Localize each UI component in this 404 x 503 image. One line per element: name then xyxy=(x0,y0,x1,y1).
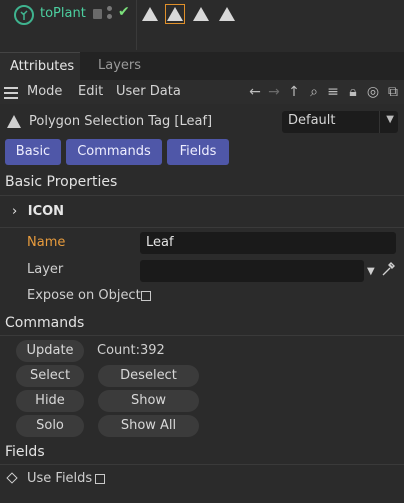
name-field-value: Leaf xyxy=(146,235,174,250)
dropdown-separator xyxy=(379,111,380,133)
polygon-tag-icon[interactable] xyxy=(191,4,211,24)
eyedropper-icon[interactable] xyxy=(381,261,395,277)
lock-icon[interactable]: 🔒︎ xyxy=(345,84,361,100)
section-title-commands: Commands xyxy=(5,315,85,331)
polygon-tag-icon[interactable] xyxy=(217,4,237,24)
icon-group-toggle[interactable]: › ICON xyxy=(12,204,64,219)
solo-button[interactable]: Solo xyxy=(16,415,84,437)
name-label: Name xyxy=(27,235,66,250)
section-divider xyxy=(0,227,404,228)
up-arrow-icon[interactable]: ↑ xyxy=(286,84,302,100)
mode-dropdown-value: Default xyxy=(288,113,336,128)
deselect-button[interactable]: Deselect xyxy=(98,365,199,387)
polygon-selection-tag-icon xyxy=(7,115,21,128)
layer-label: Layer xyxy=(27,262,64,277)
back-arrow-icon[interactable]: ← xyxy=(247,84,263,100)
use-fields-checkbox[interactable] xyxy=(95,474,105,484)
icon-group-label: ICON xyxy=(27,204,65,219)
layer-field[interactable] xyxy=(140,260,364,282)
show-all-button[interactable]: Show All xyxy=(98,415,199,437)
update-button[interactable]: Update xyxy=(16,340,84,362)
forward-arrow-icon[interactable]: → xyxy=(266,84,282,100)
polygon-tag-icon-selected[interactable] xyxy=(165,4,185,24)
plant-object-icon[interactable] xyxy=(14,5,34,25)
chevron-right-icon: › xyxy=(12,204,18,219)
expose-label: Expose on Object xyxy=(27,288,141,303)
layer-swatch-icon[interactable] xyxy=(93,9,102,19)
hide-button[interactable]: Hide xyxy=(16,390,84,412)
group-tab-fields[interactable]: Fields xyxy=(167,139,229,165)
visibility-dots-icon[interactable] xyxy=(107,6,113,24)
object-name[interactable]: toPlant xyxy=(40,6,86,21)
target-icon[interactable]: ◎ xyxy=(365,84,381,100)
enabled-check-icon[interactable]: ✔ xyxy=(118,4,130,20)
select-button[interactable]: Select xyxy=(16,365,84,387)
section-divider xyxy=(0,195,404,196)
attributes-menu-bar: Mode Edit User Data ← → ↑ ⌕ ≡ 🔒︎ ◎ ⧉ xyxy=(0,80,404,104)
tab-attributes[interactable]: Attributes xyxy=(0,52,80,80)
search-icon[interactable]: ⌕ xyxy=(306,84,322,100)
menu-edit[interactable]: Edit xyxy=(78,84,103,99)
menu-mode[interactable]: Mode xyxy=(27,84,62,99)
new-window-icon[interactable]: ⧉ xyxy=(385,84,401,100)
mode-dropdown[interactable]: Default ▼ xyxy=(282,111,398,133)
keyframe-diamond-icon[interactable] xyxy=(6,472,18,484)
show-button[interactable]: Show xyxy=(98,390,199,412)
chevron-down-icon[interactable]: ▼ xyxy=(367,266,375,277)
tab-layers[interactable]: Layers xyxy=(88,52,151,80)
menu-user-data[interactable]: User Data xyxy=(116,84,181,99)
group-tab-basic[interactable]: Basic xyxy=(5,139,61,165)
filter-icon[interactable]: ≡ xyxy=(325,84,341,100)
panel-tab-bar: Attributes Layers xyxy=(0,52,404,80)
column-divider xyxy=(136,0,137,50)
expose-checkbox[interactable] xyxy=(141,291,151,301)
use-fields-label: Use Fields xyxy=(27,471,93,486)
section-title-basic: Basic Properties xyxy=(5,174,118,190)
name-field[interactable]: Leaf xyxy=(140,232,396,254)
count-readout: Count:392 xyxy=(97,343,165,358)
chevron-down-icon: ▼ xyxy=(386,114,394,125)
section-divider xyxy=(0,464,404,465)
group-tab-commands[interactable]: Commands xyxy=(66,139,162,165)
object-manager-strip: toPlant ✔ xyxy=(0,0,404,50)
section-title-fields: Fields xyxy=(5,444,45,460)
polygon-tag-icon[interactable] xyxy=(140,4,160,24)
menu-hamburger-icon[interactable] xyxy=(4,87,18,99)
section-divider xyxy=(0,335,404,336)
tag-title: Polygon Selection Tag [Leaf] xyxy=(29,114,213,129)
